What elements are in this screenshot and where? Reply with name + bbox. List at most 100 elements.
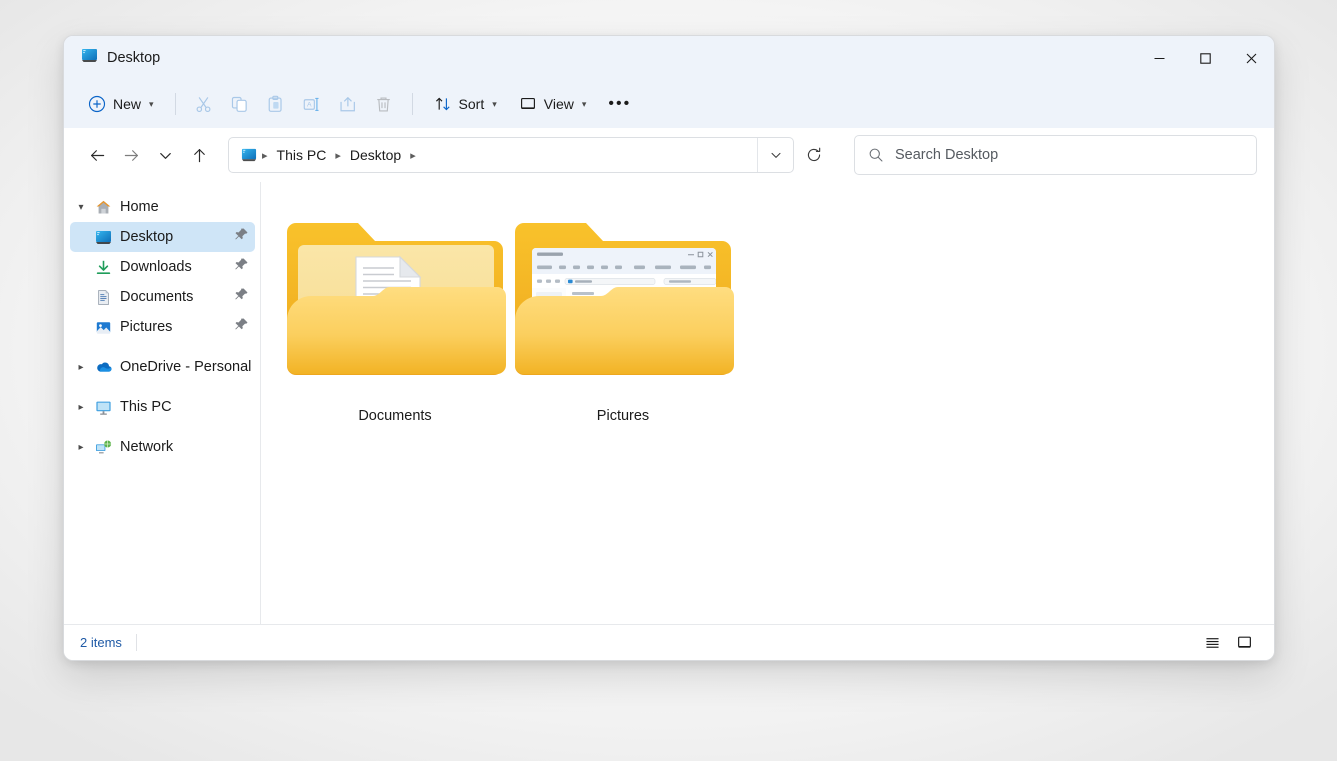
delete-icon: [374, 95, 393, 114]
sidebar-item-onedrive[interactable]: ▸ OneDrive - Personal: [70, 352, 255, 382]
status-divider: [136, 634, 137, 651]
copy-button[interactable]: [223, 87, 257, 121]
up-arrow-icon: [190, 146, 209, 165]
chevron-down-icon: ▾: [492, 99, 497, 110]
network-icon: [92, 439, 115, 456]
up-button[interactable]: [182, 138, 216, 172]
desktop-monitor-icon: [81, 47, 98, 69]
sidebar-item-pictures[interactable]: Pictures: [70, 312, 255, 342]
home-icon: [92, 199, 115, 216]
sort-button[interactable]: Sort ▾: [424, 87, 507, 121]
pin-icon[interactable]: [234, 287, 249, 307]
breadcrumb-item-this-pc[interactable]: This PC: [271, 143, 333, 167]
sidebar-group-gap-2: [64, 382, 260, 392]
forward-button[interactable]: [114, 138, 148, 172]
chevron-down-icon: ▾: [582, 99, 587, 110]
breadcrumb-bar[interactable]: ▸ This PC ▸ Desktop ▸: [228, 137, 794, 173]
file-item-label: Pictures: [597, 408, 649, 424]
sidebar-item-label: Downloads: [120, 259, 192, 275]
minimize-button[interactable]: [1136, 36, 1182, 80]
chevron-down-icon: ▾: [149, 99, 154, 110]
item-count-label: 2 items: [80, 635, 122, 650]
breadcrumb-root-icon[interactable]: [238, 147, 259, 163]
file-item-documents[interactable]: Documents: [281, 204, 509, 462]
search-box[interactable]: Search Desktop: [854, 135, 1257, 175]
search-input[interactable]: Search Desktop: [895, 147, 998, 163]
sidebar-item-downloads[interactable]: Downloads: [70, 252, 255, 282]
view-button-label: View: [544, 96, 574, 112]
navigation-pane: ▾ Home: [64, 182, 261, 624]
maximize-button[interactable]: [1182, 36, 1228, 80]
items-grid: Documents: [281, 204, 1274, 462]
documents-icon: [92, 289, 115, 306]
chevron-right-icon[interactable]: ▸: [70, 402, 92, 413]
recent-locations-button[interactable]: [148, 138, 182, 172]
desktop-icon: [92, 229, 115, 246]
breadcrumb-separator: ▸: [407, 149, 419, 162]
sort-icon: [434, 95, 452, 113]
sidebar-item-label: Pictures: [120, 319, 172, 335]
share-button[interactable]: [331, 87, 365, 121]
sidebar-item-home[interactable]: ▾ Home: [70, 192, 255, 222]
file-explorer-window: Desktop New ▾: [64, 36, 1274, 660]
close-button[interactable]: [1228, 36, 1274, 80]
file-list-view[interactable]: Documents: [261, 182, 1274, 624]
back-button[interactable]: [80, 138, 114, 172]
chevron-right-icon[interactable]: ▸: [70, 442, 92, 453]
sidebar-item-documents[interactable]: Documents: [70, 282, 255, 312]
thispc-icon: [92, 399, 115, 416]
rename-icon: A: [302, 95, 321, 114]
new-button-label: New: [113, 96, 141, 112]
breadcrumb-item-desktop[interactable]: Desktop: [344, 143, 407, 167]
command-toolbar: New ▾: [64, 80, 1274, 128]
view-button[interactable]: View ▾: [509, 87, 597, 121]
pin-icon[interactable]: [234, 257, 249, 277]
sidebar-item-this-pc[interactable]: ▸ This PC: [70, 392, 255, 422]
window-title: Desktop: [107, 50, 160, 66]
back-arrow-icon: [88, 146, 107, 165]
chevron-down-icon[interactable]: ▾: [70, 202, 92, 213]
sidebar-group-gap: [64, 342, 260, 352]
chevron-down-icon: [768, 147, 784, 163]
pictures-icon: [92, 319, 115, 336]
paste-icon: [266, 95, 285, 114]
toolbar-divider-2: [412, 93, 413, 115]
pin-icon[interactable]: [234, 227, 249, 247]
refresh-icon: [805, 146, 823, 164]
pin-icon[interactable]: [234, 317, 249, 337]
refresh-button[interactable]: [796, 137, 832, 173]
view-icon: [519, 95, 537, 113]
downloads-icon: [92, 259, 115, 276]
svg-text:A: A: [307, 101, 312, 108]
large-icons-view-button[interactable]: [1230, 630, 1258, 656]
copy-icon: [230, 95, 249, 114]
paste-button[interactable]: [259, 87, 293, 121]
folder-with-screenshot-icon: [512, 210, 734, 400]
rename-button[interactable]: A: [295, 87, 329, 121]
new-button[interactable]: New ▾: [78, 87, 164, 121]
onedrive-icon: [92, 358, 115, 376]
toolbar-divider: [175, 93, 176, 115]
plus-circle-icon: [88, 95, 106, 113]
sidebar-item-network[interactable]: ▸ Network: [70, 432, 255, 462]
details-view-icon: [1204, 634, 1221, 651]
breadcrumb-separator: ▸: [259, 149, 271, 162]
explorer-body: ▾ Home: [64, 182, 1274, 624]
file-item-pictures[interactable]: Pictures: [509, 204, 737, 462]
window-controls: [1136, 36, 1274, 80]
title-bar: Desktop: [64, 36, 1274, 80]
sidebar-item-label: Home: [120, 199, 159, 215]
folder-with-document-icon: [284, 210, 506, 400]
cut-button[interactable]: [187, 87, 221, 121]
delete-button[interactable]: [367, 87, 401, 121]
view-toggle-group: [1198, 630, 1258, 656]
address-bar-row: ▸ This PC ▸ Desktop ▸ Search Deskt: [64, 128, 1274, 182]
sort-button-label: Sort: [459, 96, 485, 112]
chevron-right-icon[interactable]: ▸: [70, 362, 92, 373]
breadcrumb-separator: ▸: [332, 149, 344, 162]
cut-icon: [194, 95, 213, 114]
details-view-button[interactable]: [1198, 630, 1226, 656]
sidebar-item-desktop[interactable]: Desktop: [70, 222, 255, 252]
more-options-button[interactable]: •••: [598, 87, 641, 121]
breadcrumb-dropdown-button[interactable]: [757, 138, 793, 172]
